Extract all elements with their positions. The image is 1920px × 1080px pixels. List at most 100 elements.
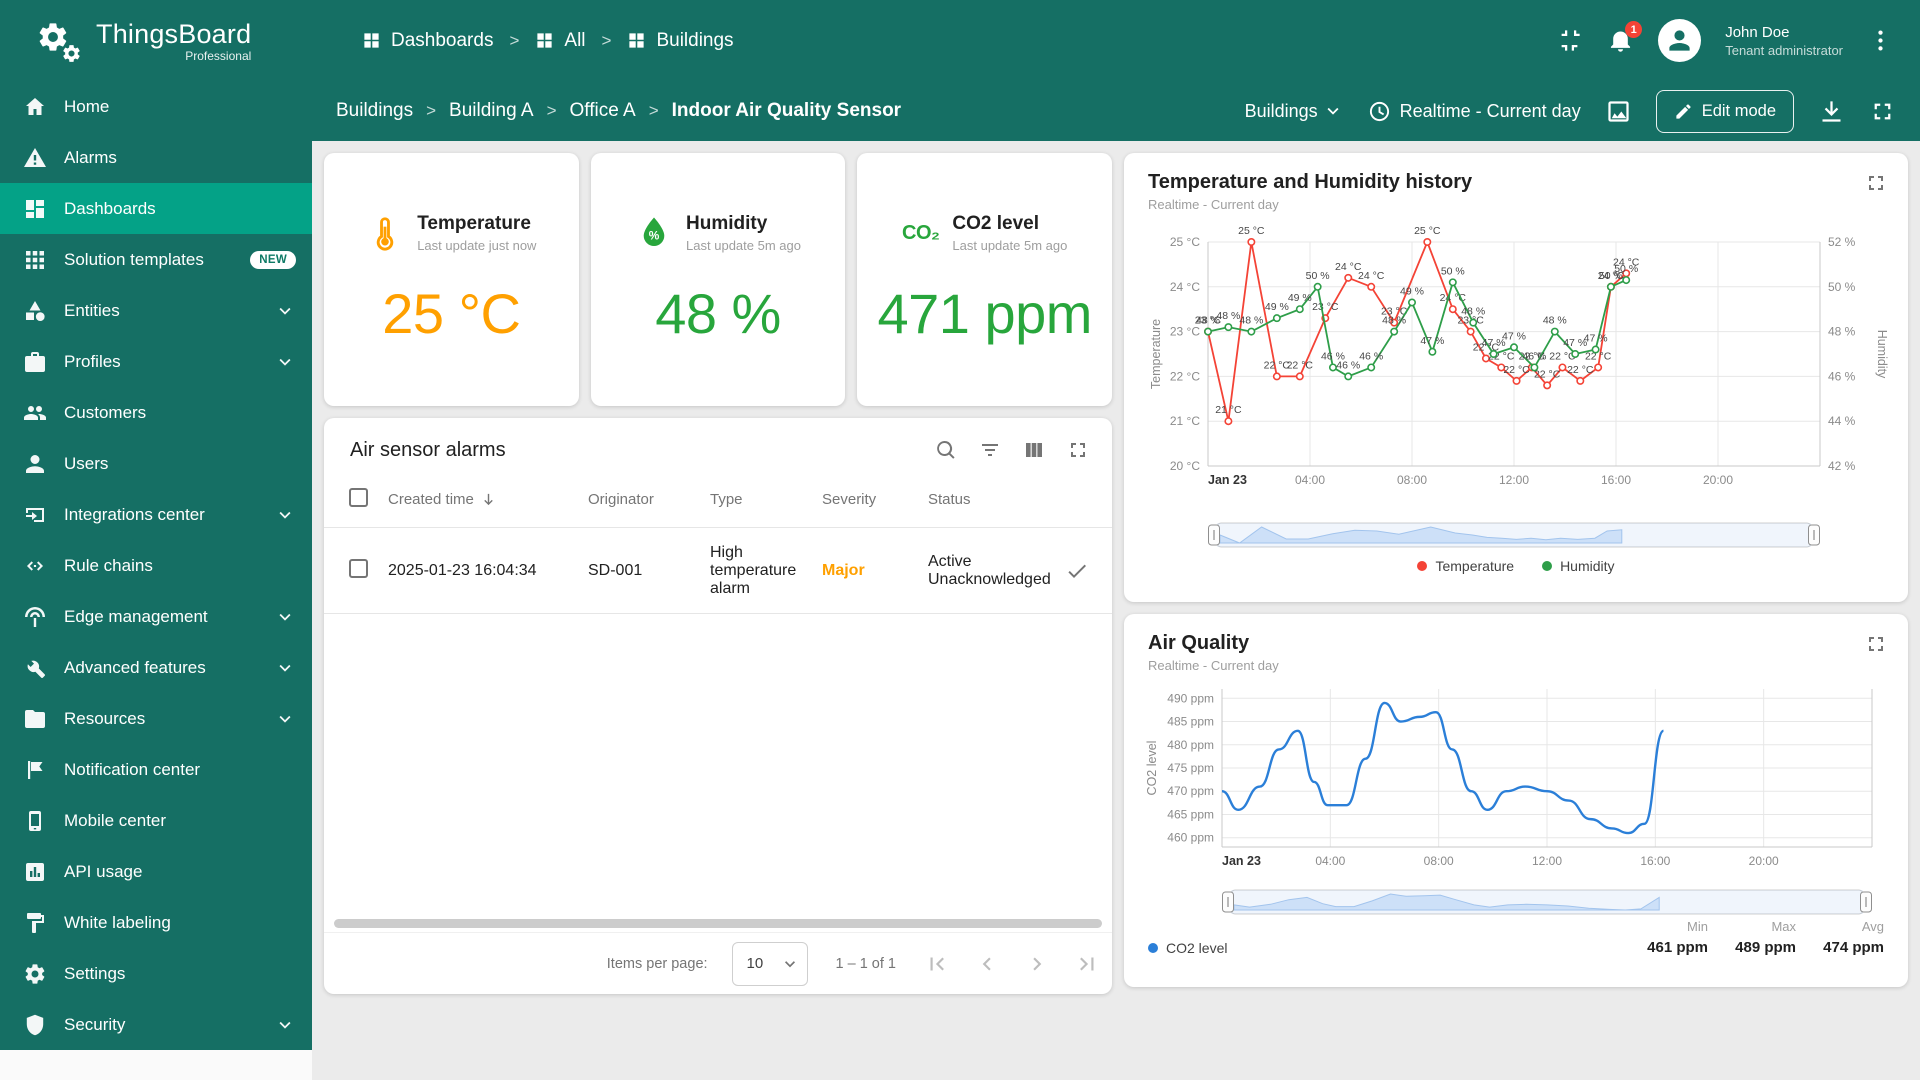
- notifications-button[interactable]: 1: [1607, 21, 1643, 54]
- sidebar-item-customers[interactable]: Customers: [0, 387, 312, 438]
- fullscreen-icon[interactable]: [1066, 438, 1090, 462]
- sidebar-item-security[interactable]: Security: [0, 999, 312, 1050]
- sidebar-item-mobile-center[interactable]: Mobile center: [0, 795, 312, 846]
- user-block[interactable]: John Doe Tenant administrator: [1725, 23, 1843, 58]
- co2-chart[interactable]: 490 ppm 485 ppm 480 ppm 475 ppm 470 ppm 465 p…: [1144, 675, 1888, 881]
- breadcrumb-item-buildings[interactable]: Buildings: [336, 100, 413, 122]
- top-nav-label: Buildings: [656, 29, 734, 51]
- left-column: Temperature Last update just now 25 °C% Hum…: [324, 153, 1113, 1068]
- kpi-value: 471 ppm: [877, 282, 1092, 345]
- brand-logo[interactable]: ThingsBoard Professional: [0, 17, 312, 65]
- breadcrumb-item-office-a[interactable]: Office A: [570, 100, 636, 122]
- alarms-toolbar: [934, 438, 1090, 462]
- sidebar-item-advanced-features[interactable]: Advanced features: [0, 642, 312, 693]
- sidebar-item-users[interactable]: Users: [0, 438, 312, 489]
- sidebar-item-solution-templates[interactable]: Solution templates NEW: [0, 234, 312, 285]
- sidebar-item-settings[interactable]: Settings: [0, 948, 312, 999]
- filter-icon[interactable]: [978, 438, 1002, 462]
- chevron-down-icon[interactable]: [274, 351, 296, 373]
- first-page-button[interactable]: [924, 951, 950, 977]
- sidebar-item-home[interactable]: Home: [0, 81, 312, 132]
- col-originator[interactable]: Originator: [588, 491, 710, 508]
- chevron-down-icon[interactable]: [274, 657, 296, 679]
- sidebar-item-alarms[interactable]: Alarms: [0, 132, 312, 183]
- exit-fullscreen-icon[interactable]: [1556, 27, 1583, 54]
- sidebar-item-edge-management[interactable]: Edge management: [0, 591, 312, 642]
- legend-item-co2-level[interactable]: CO2 level: [1148, 940, 1227, 956]
- sidebar-item-resources[interactable]: Resources: [0, 693, 312, 744]
- svg-text:21 °C: 21 °C: [1170, 414, 1200, 428]
- alarm-severity: Major: [822, 561, 865, 579]
- chevron-down-icon[interactable]: [274, 300, 296, 322]
- top-nav-buildings[interactable]: Buildings: [627, 29, 734, 52]
- sidebar-item-label: Integrations center: [64, 504, 205, 524]
- col-type[interactable]: Type: [710, 491, 822, 508]
- top-nav-all[interactable]: All: [535, 30, 586, 52]
- timewindow-button[interactable]: Realtime - Current day: [1368, 100, 1581, 123]
- legend-item-temperature[interactable]: Temperature: [1417, 558, 1514, 574]
- col-status[interactable]: Status: [928, 491, 1008, 508]
- temp-humidity-chart[interactable]: 25 °C 52 % 24 °C 50 % 23 °C 48 % 22 °C 46 % 21 °…: [1144, 214, 1888, 514]
- prev-page-button[interactable]: [974, 951, 1000, 977]
- acknowledge-icon[interactable]: [1065, 559, 1089, 583]
- edit-mode-button[interactable]: Edit mode: [1655, 89, 1794, 133]
- new-badge: NEW: [250, 250, 296, 269]
- row-checkbox[interactable]: [349, 558, 368, 578]
- search-icon[interactable]: [934, 438, 958, 462]
- chart-title: Temperature and Humidity history: [1148, 171, 1473, 193]
- select-all-checkbox[interactable]: [349, 488, 368, 507]
- chevron-down-icon[interactable]: [274, 504, 296, 526]
- sidebar-item-integrations-center[interactable]: Integrations center: [0, 489, 312, 540]
- image-gallery-icon[interactable]: [1605, 98, 1632, 125]
- alarm-actions: [1059, 559, 1112, 583]
- sidebar-item-label: Home: [64, 96, 110, 116]
- sidebar-item-label: Resources: [64, 708, 146, 728]
- last-page-button[interactable]: [1074, 951, 1100, 977]
- top-nav-dashboards[interactable]: Dashboards: [362, 30, 493, 52]
- humidity-icon: %: [635, 214, 673, 252]
- fullscreen-icon[interactable]: [1869, 98, 1896, 125]
- col-created-time[interactable]: Created time: [388, 491, 474, 508]
- svg-text:Jan 23: Jan 23: [1222, 854, 1261, 868]
- legend-item-humidity[interactable]: Humidity: [1542, 558, 1615, 574]
- sidebar-item-notification-center[interactable]: Notification center: [0, 744, 312, 795]
- dashboard-group-breadcrumb: Dashboards > All > Buildings: [312, 30, 1556, 52]
- chart-range-slider[interactable]: [1222, 887, 1872, 917]
- alarm-row[interactable]: 2025-01-23 16:04:34 SD-001 High temperat…: [324, 528, 1112, 614]
- svg-text:21 °C: 21 °C: [1215, 404, 1242, 416]
- chevron-down-icon[interactable]: [274, 708, 296, 730]
- sidebar-item-entities[interactable]: Entities: [0, 285, 312, 336]
- chevron-down-icon[interactable]: [274, 606, 296, 628]
- columns-icon[interactable]: [1022, 438, 1046, 462]
- sidebar-item-label: White labeling: [64, 912, 171, 932]
- brand-edition: Professional: [185, 48, 252, 63]
- fullscreen-icon[interactable]: [1864, 171, 1888, 195]
- svg-text:480 ppm: 480 ppm: [1167, 738, 1214, 752]
- chevron-down-icon[interactable]: [274, 1014, 296, 1036]
- breadcrumb-item-building-a[interactable]: Building A: [449, 100, 534, 122]
- entities-icon: [23, 299, 47, 323]
- sidebar-item-profiles[interactable]: Profiles: [0, 336, 312, 387]
- sidebar-item-label: API usage: [64, 861, 143, 881]
- svg-text:49 %: 49 %: [1265, 301, 1289, 313]
- download-icon[interactable]: [1818, 98, 1845, 125]
- fullscreen-icon[interactable]: [1864, 632, 1888, 656]
- page-size-select[interactable]: 10: [731, 941, 808, 986]
- next-page-button[interactable]: [1024, 951, 1050, 977]
- chart-range-slider[interactable]: [1208, 520, 1820, 550]
- avatar[interactable]: [1658, 19, 1702, 62]
- entity-select[interactable]: Buildings: [1245, 100, 1344, 122]
- sidebar-item-rule-chains[interactable]: Rule chains: [0, 540, 312, 591]
- more-menu-icon[interactable]: [1867, 27, 1894, 54]
- table-pagination: Items per page: 10 1 – 1 of 1: [324, 932, 1112, 994]
- col-severity[interactable]: Severity: [822, 491, 928, 508]
- sidebar-item-api-usage[interactable]: API usage: [0, 846, 312, 897]
- horizontal-scrollbar[interactable]: [334, 919, 1102, 928]
- sidebar-item-white-labeling[interactable]: White labeling: [0, 897, 312, 948]
- sort-desc-icon[interactable]: [480, 491, 497, 508]
- gear-icon: [61, 43, 82, 64]
- svg-text:485 ppm: 485 ppm: [1167, 715, 1214, 729]
- sidebar-item-dashboards[interactable]: Dashboards: [0, 183, 312, 234]
- svg-text:470 ppm: 470 ppm: [1167, 784, 1214, 798]
- svg-text:48 %: 48 %: [1828, 325, 1856, 339]
